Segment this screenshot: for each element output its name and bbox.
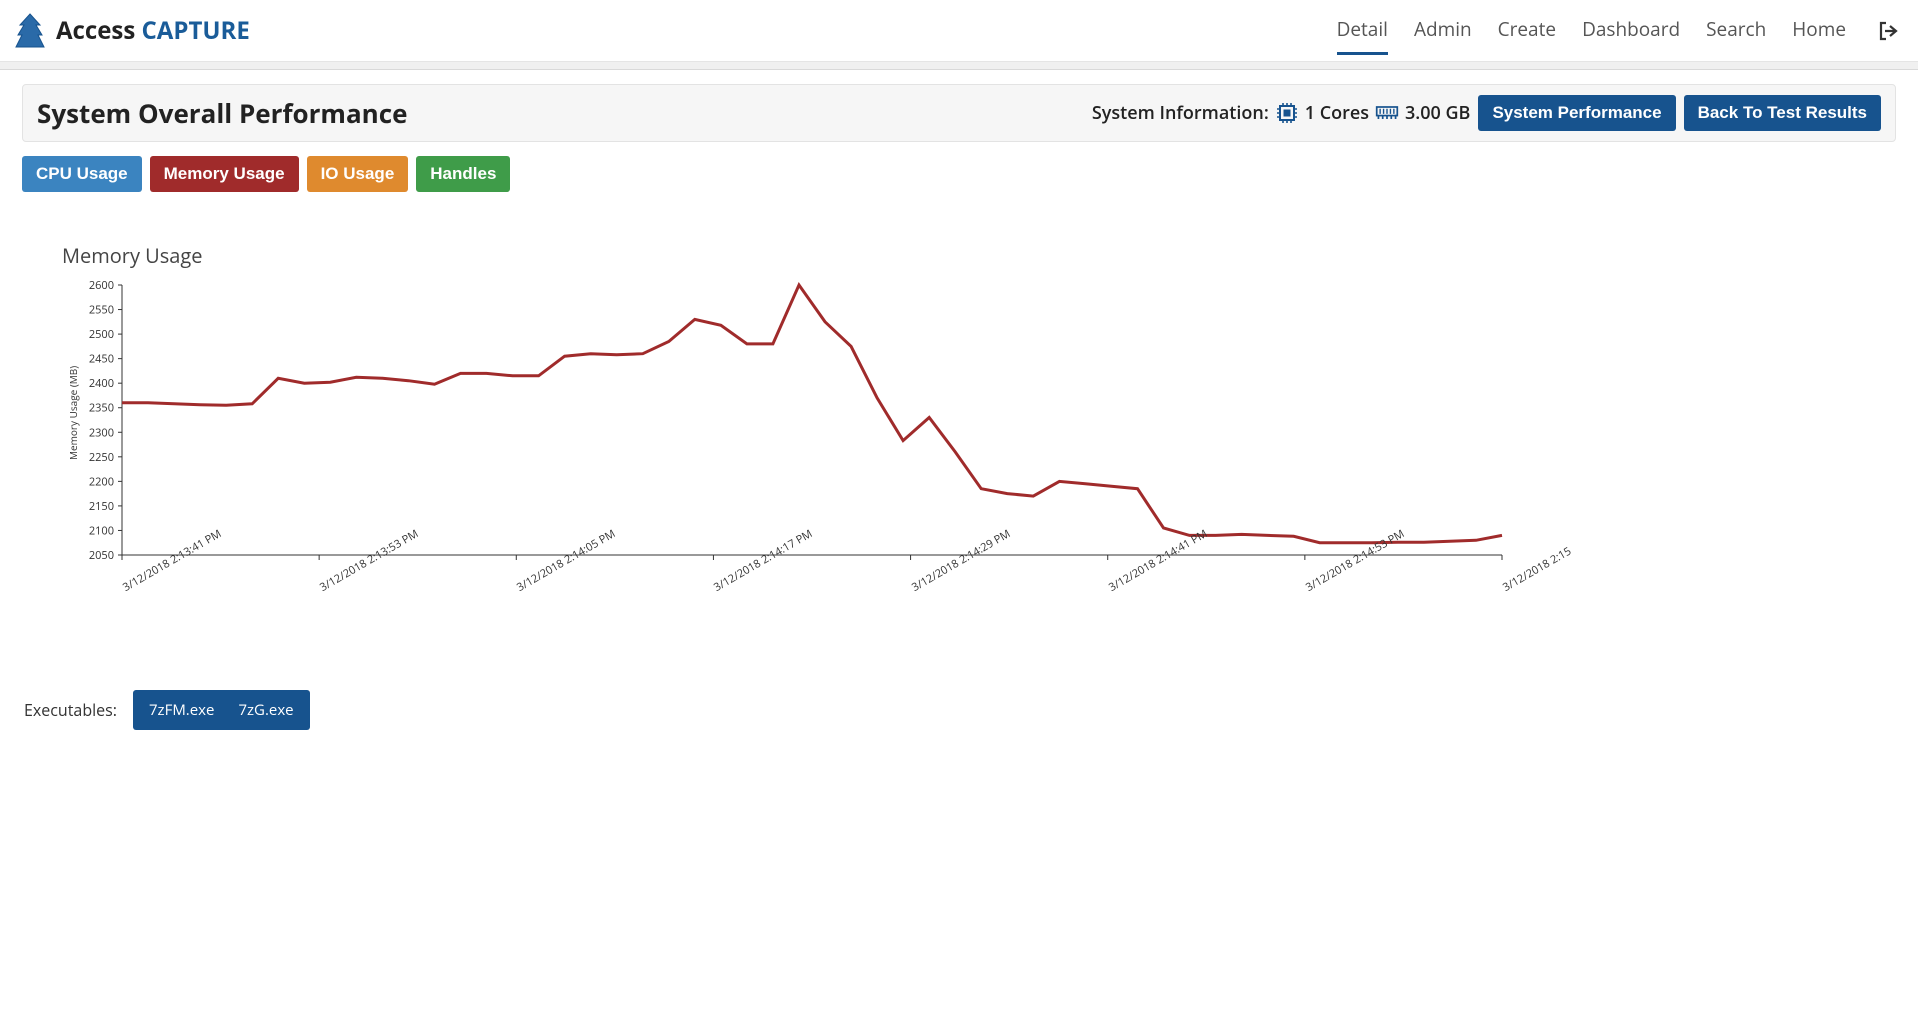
nav-dashboard[interactable]: Dashboard <box>1582 6 1680 55</box>
svg-text:2100: 2100 <box>89 523 114 538</box>
sysinfo-cores: 1 Cores <box>1305 101 1369 125</box>
svg-text:2500: 2500 <box>89 327 114 342</box>
brand-logo-icon <box>14 13 46 49</box>
nav-links: Detail Admin Create Dashboard Search Hom… <box>1337 6 1898 55</box>
system-performance-button[interactable]: System Performance <box>1478 95 1675 131</box>
chart-x-axis: 3/12/2018 2:13:41 PM3/12/2018 2:13:53 PM… <box>52 580 1512 660</box>
system-information: System Information: 1 Cores 3.00 GB <box>1092 101 1471 125</box>
tab-memory-usage[interactable]: Memory Usage <box>150 156 299 192</box>
svg-text:2150: 2150 <box>89 499 114 514</box>
sysinfo-label: System Information: <box>1092 101 1269 125</box>
chart-container: Memory Usage 2050 2100 2150 2200 2250 2300 235… <box>22 242 1896 660</box>
svg-text:2350: 2350 <box>89 401 114 416</box>
executables-row: Executables: 7zFM.exe 7zG.exe <box>22 690 1896 730</box>
nav-admin[interactable]: Admin <box>1414 6 1472 55</box>
svg-text:2200: 2200 <box>89 474 114 489</box>
metric-tabs: CPU Usage Memory Usage IO Usage Handles <box>22 156 1896 192</box>
executables-pill: 7zFM.exe 7zG.exe <box>133 690 310 730</box>
memory-usage-chart: 2050 2100 2150 2200 2250 2300 2350 2400 2450 2500… <box>52 275 1512 575</box>
executable-item[interactable]: 7zG.exe <box>238 700 293 720</box>
tab-io-usage[interactable]: IO Usage <box>307 156 409 192</box>
cpu-icon <box>1275 102 1299 124</box>
top-navbar: Access CAPTURE Detail Admin Create Dashb… <box>0 0 1918 62</box>
back-to-test-results-button[interactable]: Back To Test Results <box>1684 95 1881 131</box>
page-title: System Overall Performance <box>37 95 407 131</box>
chart-title: Memory Usage <box>62 242 1896 269</box>
svg-text:2550: 2550 <box>89 303 114 318</box>
nav-home[interactable]: Home <box>1792 6 1846 55</box>
svg-text:2450: 2450 <box>89 352 114 367</box>
logout-icon[interactable] <box>1878 21 1898 41</box>
divider-strip <box>0 62 1918 70</box>
executables-label: Executables: <box>24 699 117 721</box>
svg-text:2250: 2250 <box>89 450 114 465</box>
sysinfo-memory: 3.00 GB <box>1405 101 1470 125</box>
brand[interactable]: Access CAPTURE <box>14 13 250 49</box>
brand-text: Access CAPTURE <box>56 14 250 47</box>
svg-text:Memory Usage (MB): Memory Usage (MB) <box>66 366 80 460</box>
svg-text:2400: 2400 <box>89 376 114 391</box>
brand-text-2: CAPTURE <box>142 14 250 47</box>
tab-handles[interactable]: Handles <box>416 156 510 192</box>
panel-header: System Overall Performance System Inform… <box>22 84 1896 142</box>
svg-text:2300: 2300 <box>89 425 114 440</box>
svg-text:2050: 2050 <box>89 548 114 563</box>
nav-search[interactable]: Search <box>1706 6 1766 55</box>
tab-cpu-usage[interactable]: CPU Usage <box>22 156 142 192</box>
nav-create[interactable]: Create <box>1498 6 1556 55</box>
brand-text-1: Access <box>56 14 142 47</box>
memory-icon <box>1375 102 1399 124</box>
nav-detail[interactable]: Detail <box>1337 6 1388 55</box>
executable-item[interactable]: 7zFM.exe <box>149 700 214 720</box>
svg-text:2600: 2600 <box>89 278 114 293</box>
